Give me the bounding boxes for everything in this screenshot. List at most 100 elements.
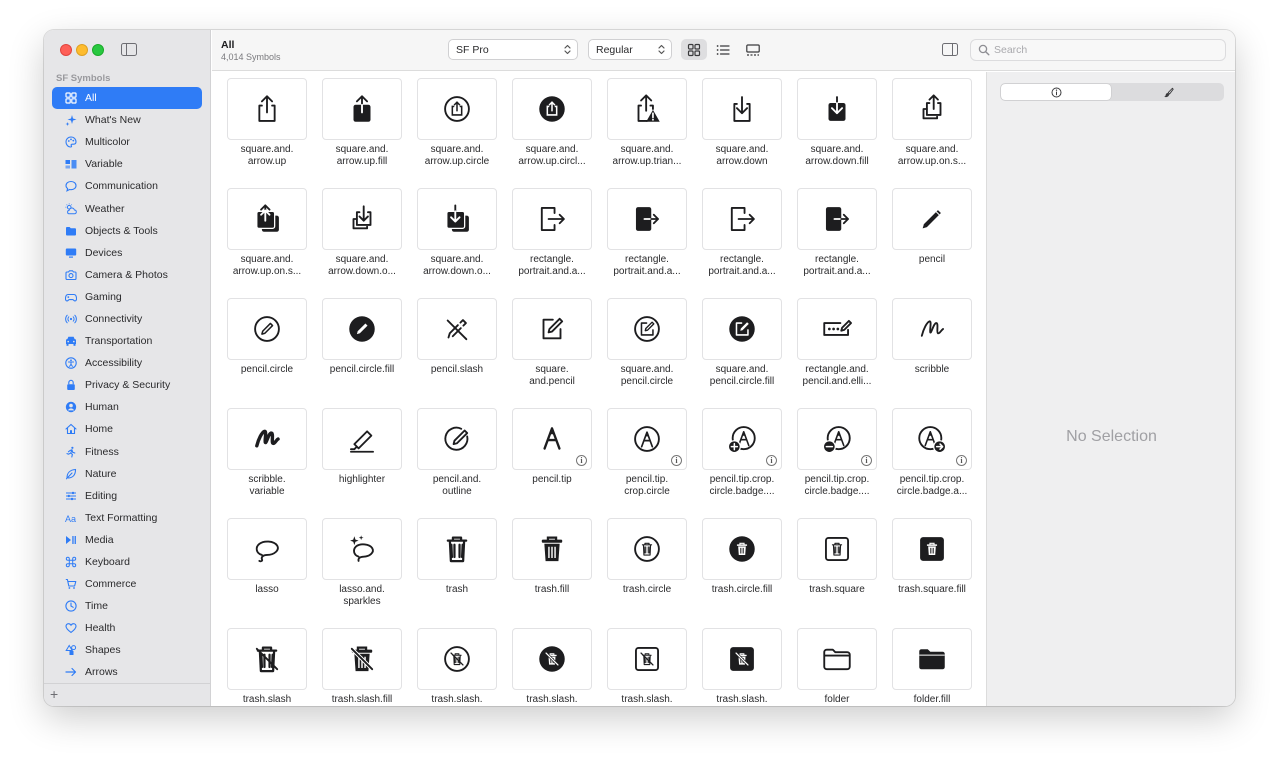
symbol-cell[interactable]: trash.slash: [227, 628, 307, 706]
sidebar-item-media[interactable]: Media: [52, 529, 202, 551]
symbol-cell[interactable]: pencil.and. outline: [417, 408, 497, 498]
symbol-cell[interactable]: trash.slash.: [512, 628, 592, 706]
sidebar-item-all[interactable]: All: [52, 87, 202, 110]
zoom-window-button[interactable]: [92, 44, 104, 56]
sidebar-item-editing[interactable]: Editing: [52, 485, 202, 507]
customize-tab[interactable]: [1113, 84, 1223, 100]
symbol-cell[interactable]: scribble: [892, 298, 972, 376]
symbol-cell[interactable]: trash.slash.fill: [322, 628, 402, 706]
symbol-cell[interactable]: square.and. arrow.up.trian...: [607, 78, 687, 168]
symbol-cell[interactable]: trash: [417, 518, 497, 596]
symbol-tile[interactable]: [892, 188, 972, 250]
info-badge-icon[interactable]: i: [576, 455, 587, 466]
symbol-tile[interactable]: i: [702, 408, 782, 470]
symbol-cell[interactable]: lasso.and. sparkles: [322, 518, 402, 608]
symbol-cell[interactable]: lasso: [227, 518, 307, 596]
symbol-cell[interactable]: square.and. arrow.up.on.s...: [227, 188, 307, 278]
symbol-tile[interactable]: [417, 78, 497, 140]
symbol-cell[interactable]: square.and. arrow.up.fill: [322, 78, 402, 168]
weight-select[interactable]: Regular: [588, 39, 672, 60]
symbol-cell[interactable]: square.and. arrow.up.circl...: [512, 78, 592, 168]
search-input[interactable]: [994, 42, 1220, 58]
symbol-cell[interactable]: square.and. arrow.down.fill: [797, 78, 877, 168]
symbol-tile[interactable]: [797, 188, 877, 250]
symbol-tile[interactable]: [512, 78, 592, 140]
symbol-tile[interactable]: [892, 78, 972, 140]
sidebar-item-human[interactable]: Human: [52, 396, 202, 418]
symbol-tile[interactable]: [417, 628, 497, 690]
symbol-cell[interactable]: pencil.circle: [227, 298, 307, 376]
symbol-tile[interactable]: i: [797, 408, 877, 470]
sidebar-item-what-s-new[interactable]: What's New: [52, 109, 202, 131]
sidebar-item-shapes[interactable]: Shapes: [52, 639, 202, 661]
symbol-tile[interactable]: [322, 78, 402, 140]
symbol-cell[interactable]: rectangle. portrait.and.a...: [607, 188, 687, 278]
symbol-tile[interactable]: [702, 518, 782, 580]
symbol-cell[interactable]: i pencil.tip.crop. circle.badge.a...: [892, 408, 972, 498]
close-window-button[interactable]: [60, 44, 72, 56]
symbol-cell[interactable]: i pencil.tip.crop. circle.badge....: [797, 408, 877, 498]
symbol-cell[interactable]: i pencil.tip: [512, 408, 592, 486]
symbol-cell[interactable]: folder.fill: [892, 628, 972, 706]
sidebar-item-time[interactable]: Time: [52, 595, 202, 617]
symbol-cell[interactable]: trash.square: [797, 518, 877, 596]
symbol-tile[interactable]: [227, 188, 307, 250]
symbol-cell[interactable]: trash.circle.fill: [702, 518, 782, 596]
symbol-tile[interactable]: [227, 78, 307, 140]
symbol-tile[interactable]: [227, 518, 307, 580]
symbol-cell[interactable]: pencil: [892, 188, 972, 266]
info-badge-icon[interactable]: i: [766, 455, 777, 466]
symbol-cell[interactable]: highlighter: [322, 408, 402, 486]
list-view-button[interactable]: [710, 39, 736, 60]
symbol-tile[interactable]: i: [892, 408, 972, 470]
sidebar-item-variable[interactable]: Variable: [52, 153, 202, 175]
sidebar-item-keyboard[interactable]: Keyboard: [52, 551, 202, 573]
symbol-cell[interactable]: trash.fill: [512, 518, 592, 596]
symbol-cell[interactable]: trash.slash.: [417, 628, 497, 706]
symbol-tile[interactable]: [702, 78, 782, 140]
symbol-tile[interactable]: [227, 408, 307, 470]
symbol-tile[interactable]: [607, 78, 687, 140]
symbol-tile[interactable]: [892, 628, 972, 690]
symbol-cell[interactable]: i pencil.tip.crop. circle.badge....: [702, 408, 782, 498]
sidebar-item-arrows[interactable]: Arrows: [52, 661, 202, 683]
minimize-window-button[interactable]: [76, 44, 88, 56]
symbol-cell[interactable]: rectangle. portrait.and.a...: [512, 188, 592, 278]
symbol-cell[interactable]: square.and. arrow.down.o...: [417, 188, 497, 278]
symbol-cell[interactable]: rectangle. portrait.and.a...: [702, 188, 782, 278]
symbol-tile[interactable]: [512, 188, 592, 250]
grid-view-button[interactable]: [681, 39, 707, 60]
symbol-tile[interactable]: [227, 628, 307, 690]
sidebar-item-objects-tools[interactable]: Objects & Tools: [52, 220, 202, 242]
symbol-cell[interactable]: i pencil.tip. crop.circle: [607, 408, 687, 498]
sidebar-item-devices[interactable]: Devices: [52, 242, 202, 264]
symbol-tile[interactable]: i: [607, 408, 687, 470]
symbol-tile[interactable]: [892, 298, 972, 360]
sidebar-item-home[interactable]: Home: [52, 418, 202, 440]
symbol-tile[interactable]: [227, 298, 307, 360]
sidebar-toggle-icon[interactable]: [121, 43, 137, 56]
symbol-cell[interactable]: square.and. arrow.up.on.s...: [892, 78, 972, 168]
symbol-cell[interactable]: pencil.circle.fill: [322, 298, 402, 376]
symbol-cell[interactable]: rectangle. portrait.and.a...: [797, 188, 877, 278]
info-badge-icon[interactable]: i: [671, 455, 682, 466]
gallery-view-button[interactable]: [740, 39, 766, 60]
symbol-tile[interactable]: [322, 408, 402, 470]
symbol-cell[interactable]: rectangle.and. pencil.and.elli...: [797, 298, 877, 388]
symbol-tile[interactable]: [417, 188, 497, 250]
sidebar-item-multicolor[interactable]: Multicolor: [52, 131, 202, 153]
sidebar-item-accessibility[interactable]: Accessibility: [52, 352, 202, 374]
symbol-tile[interactable]: [797, 298, 877, 360]
sidebar-item-weather[interactable]: Weather: [52, 197, 202, 219]
symbol-tile[interactable]: [702, 188, 782, 250]
symbol-cell[interactable]: square. and.pencil: [512, 298, 592, 388]
symbol-tile[interactable]: [607, 188, 687, 250]
sidebar-item-communication[interactable]: Communication: [52, 175, 202, 197]
sidebar-item-transportation[interactable]: Transportation: [52, 330, 202, 352]
symbol-cell[interactable]: square.and. pencil.circle.fill: [702, 298, 782, 388]
info-badge-icon[interactable]: i: [956, 455, 967, 466]
symbol-cell[interactable]: scribble. variable: [227, 408, 307, 498]
symbol-tile[interactable]: [322, 188, 402, 250]
info-badge-icon[interactable]: i: [861, 455, 872, 466]
symbol-tile[interactable]: [417, 408, 497, 470]
